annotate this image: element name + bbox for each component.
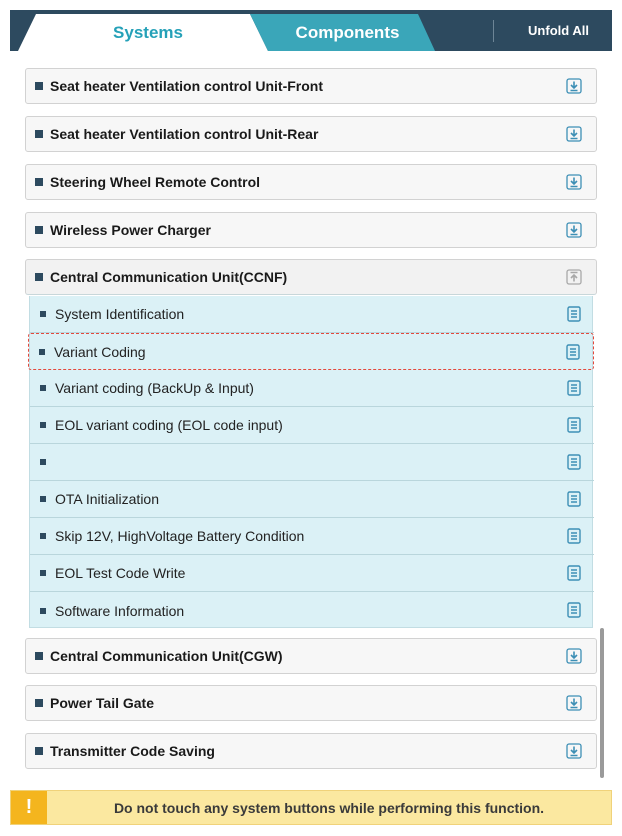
header-divider — [493, 20, 494, 42]
function-row-selected[interactable]: Variant Coding — [28, 333, 594, 370]
system-label: Steering Wheel Remote Control — [50, 174, 261, 190]
document-icon[interactable] — [567, 306, 581, 322]
function-row[interactable]: OTA Initialization — [30, 481, 594, 518]
unfold-all-button[interactable]: Unfold All — [505, 10, 612, 51]
document-icon[interactable] — [567, 380, 581, 396]
system-label: Central Communication Unit(CGW) — [50, 648, 283, 664]
warning-text: Do not touch any system buttons while pe… — [113, 799, 545, 816]
download-icon[interactable] — [566, 222, 582, 238]
system-label: Central Communication Unit(CCNF) — [50, 269, 288, 285]
system-row-expanded[interactable]: Central Communication Unit(CCNF) — [25, 259, 597, 295]
tab-components-label: Components — [295, 22, 400, 42]
function-row[interactable]: Variant coding (BackUp & Input) — [30, 370, 594, 407]
system-row[interactable]: Wireless Power Charger — [25, 212, 597, 248]
bullet-icon — [35, 226, 43, 234]
function-label: System Identification — [55, 306, 185, 322]
bullet-icon — [40, 385, 46, 391]
system-label: Wireless Power Charger — [50, 222, 211, 238]
warning-banner: ! Do not touch any system buttons while … — [10, 790, 612, 825]
system-label: Power Tail Gate — [50, 695, 154, 711]
bullet-icon — [35, 130, 43, 138]
system-label: Transmitter Code Saving — [50, 743, 215, 759]
function-row[interactable]: Software Information — [30, 592, 594, 629]
document-icon[interactable] — [567, 417, 581, 433]
system-label: Seat heater Ventilation control Unit-Rea… — [50, 126, 319, 142]
bullet-icon — [40, 422, 46, 428]
bullet-icon — [35, 273, 43, 281]
bullet-icon — [40, 496, 46, 502]
function-panel: System Identification Variant Coding Var… — [28, 296, 594, 629]
function-label: Software Information — [55, 602, 185, 619]
bullet-icon — [35, 82, 43, 90]
system-row[interactable]: Central Communication Unit(CGW) — [25, 638, 597, 674]
document-icon[interactable] — [567, 491, 581, 507]
top-tab-bar: Systems Components Unfold All — [10, 10, 612, 51]
function-label: Variant Coding — [54, 343, 146, 360]
download-icon[interactable] — [566, 126, 582, 142]
tab-components[interactable]: Components — [250, 14, 435, 51]
system-row[interactable]: Seat heater Ventilation control Unit-Fro… — [25, 68, 597, 104]
scrollbar-thumb[interactable] — [600, 628, 604, 778]
document-icon[interactable] — [567, 602, 581, 618]
system-row[interactable]: Steering Wheel Remote Control — [25, 164, 597, 200]
function-row[interactable]: Skip 12V, HighVoltage Battery Condition — [30, 518, 594, 555]
system-row[interactable]: Seat heater Ventilation control Unit-Rea… — [25, 116, 597, 152]
system-row[interactable]: Power Tail Gate — [25, 685, 597, 721]
function-row[interactable]: System Identification — [30, 296, 594, 333]
download-icon[interactable] — [566, 695, 582, 711]
download-icon[interactable] — [566, 648, 582, 664]
bullet-icon — [40, 607, 46, 614]
system-label: Seat heater Ventilation control Unit-Fro… — [50, 78, 324, 94]
bullet-icon — [35, 652, 43, 660]
function-row[interactable] — [30, 444, 594, 481]
function-label: EOL variant coding (EOL code input) — [55, 417, 283, 433]
function-label: EOL Test Code Write — [55, 565, 186, 581]
document-icon[interactable] — [567, 565, 581, 581]
document-icon[interactable] — [566, 344, 580, 360]
document-icon[interactable] — [567, 528, 581, 544]
bullet-icon — [40, 570, 46, 576]
download-icon[interactable] — [566, 78, 582, 94]
tab-systems-label: Systems — [113, 22, 183, 42]
function-label: Variant coding (BackUp & Input) — [55, 380, 254, 396]
download-icon[interactable] — [566, 743, 582, 759]
bullet-icon — [35, 699, 43, 707]
bullet-icon — [40, 533, 46, 539]
bullet-icon — [40, 459, 46, 465]
upload-icon[interactable] — [566, 269, 582, 285]
function-row[interactable]: EOL variant coding (EOL code input) — [30, 407, 594, 444]
function-row[interactable]: EOL Test Code Write — [30, 555, 594, 592]
bullet-icon — [39, 348, 45, 355]
function-label: Skip 12V, HighVoltage Battery Condition — [55, 528, 305, 544]
document-icon[interactable] — [567, 454, 581, 470]
function-label: OTA Initialization — [55, 491, 160, 507]
bullet-icon — [35, 178, 43, 186]
tab-systems[interactable]: Systems — [18, 14, 268, 51]
system-list: Seat heater Ventilation control Unit-Fro… — [25, 52, 597, 780]
system-row[interactable]: Transmitter Code Saving — [25, 733, 597, 769]
download-icon[interactable] — [566, 174, 582, 190]
bullet-icon — [40, 311, 46, 317]
bullet-icon — [35, 747, 43, 755]
